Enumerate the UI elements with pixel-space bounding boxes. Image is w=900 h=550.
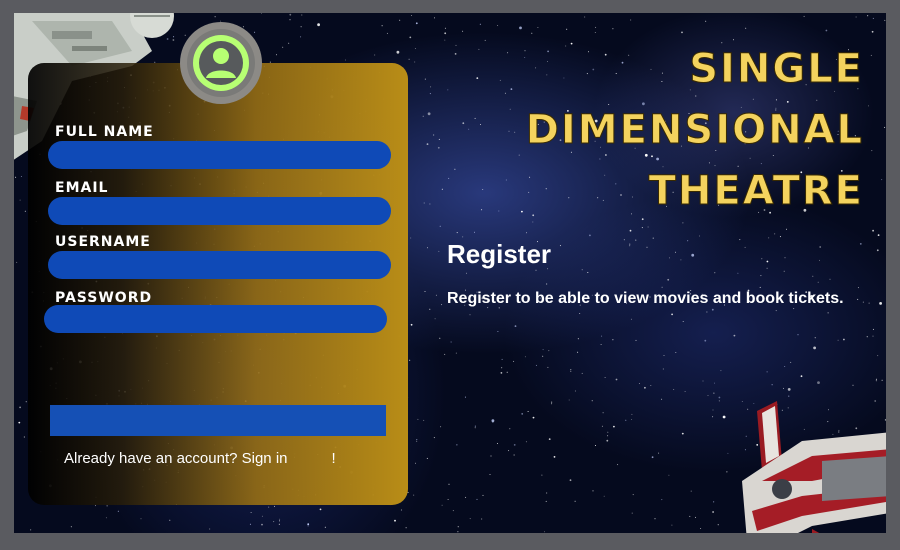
password-label: PASSWORD — [55, 290, 153, 306]
site-title: SINGLE DIMENSIONAL THEATRE — [525, 39, 864, 222]
starship-image — [742, 401, 886, 533]
register-submit-button[interactable] — [50, 405, 386, 436]
email-input[interactable] — [48, 197, 391, 225]
full-name-input[interactable] — [48, 141, 391, 169]
email-label: EMAIL — [55, 180, 109, 196]
signin-link[interactable]: Sign in — [242, 450, 288, 467]
title-line-1: SINGLE — [689, 46, 864, 93]
signin-suffix: ! — [331, 450, 336, 467]
signin-question: Already have an account? — [64, 450, 238, 467]
register-heading: Register — [447, 239, 552, 269]
username-label: USERNAME — [55, 234, 151, 250]
username-input[interactable] — [48, 251, 391, 279]
user-avatar-icon — [187, 29, 255, 97]
full-name-label: FULL NAME — [55, 124, 154, 140]
password-input[interactable] — [44, 305, 387, 333]
register-description: Register to be able to view movies and b… — [447, 290, 844, 307]
signin-prompt: Already have an account? Sign in! — [64, 450, 336, 467]
title-line-2: DIMENSIONAL — [525, 107, 864, 154]
title-line-3: THEATRE — [648, 168, 864, 215]
